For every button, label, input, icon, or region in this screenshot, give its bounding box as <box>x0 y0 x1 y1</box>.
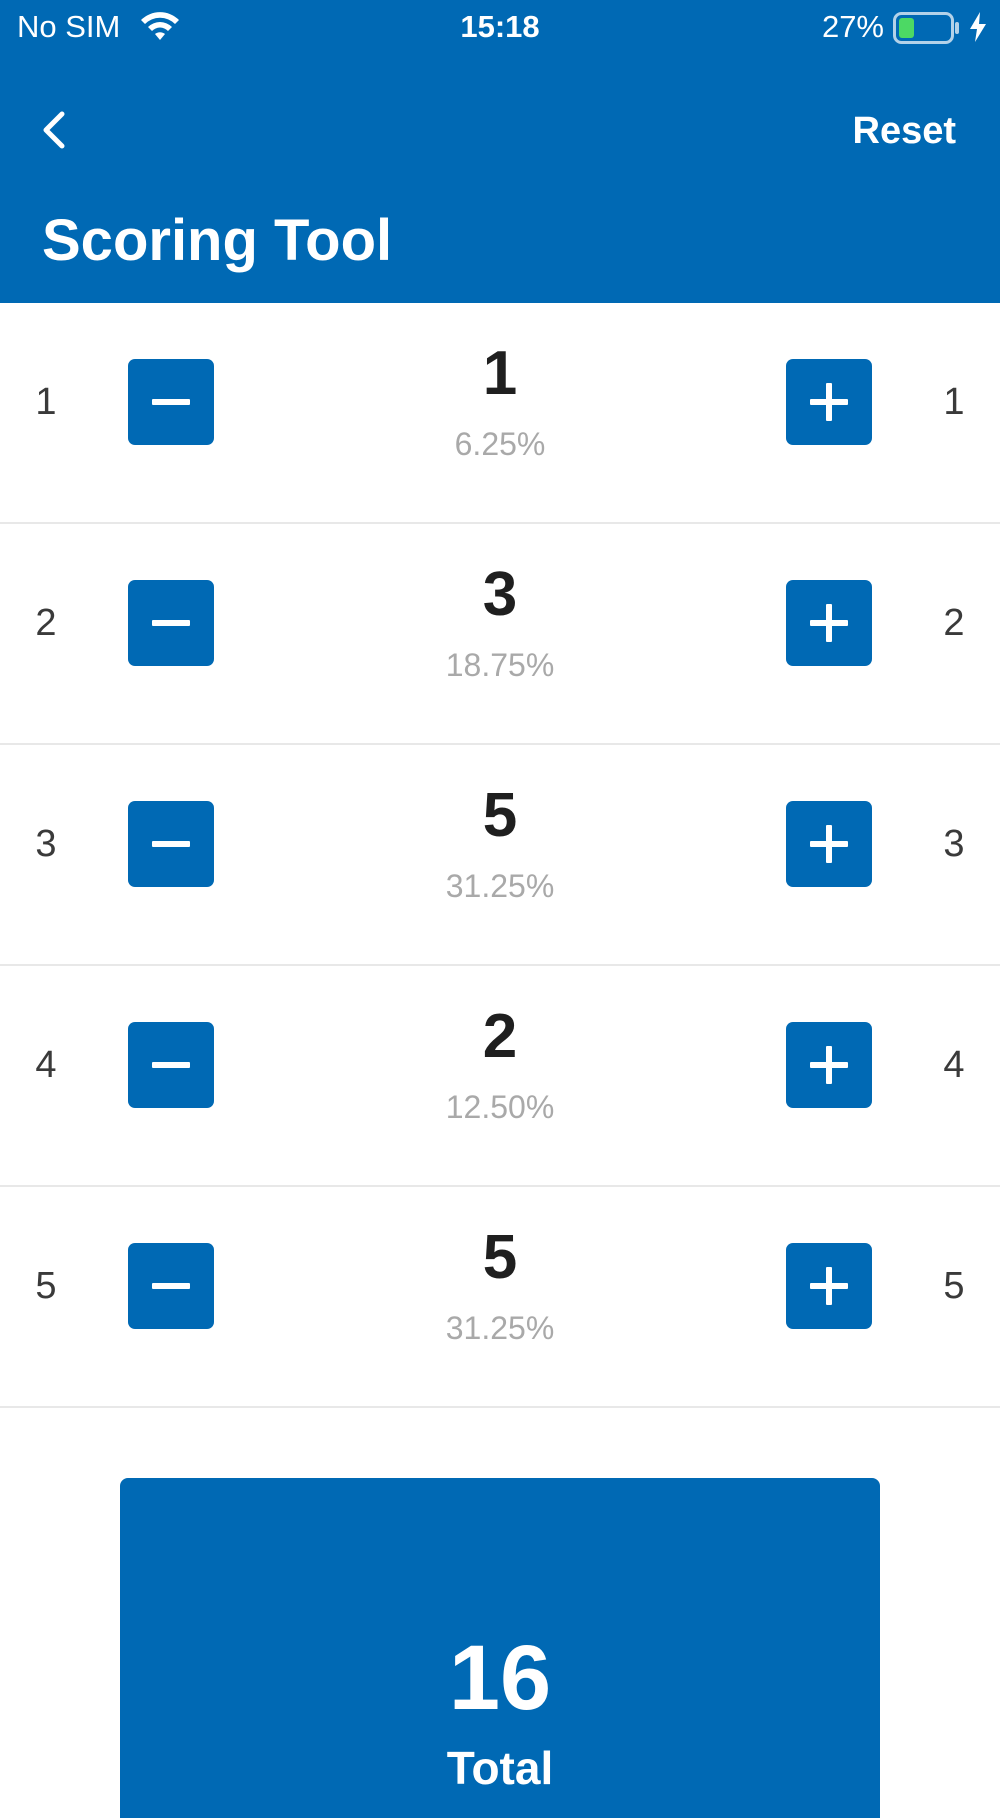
chevron-left-icon[interactable] <box>30 100 80 160</box>
battery-percent: 27% <box>821 9 884 44</box>
page-title: Scoring Tool <box>42 208 393 273</box>
charging-bolt-icon <box>970 12 986 42</box>
row-label-right: 2 <box>943 602 965 644</box>
score-row: 3 5 31.25% 3 <box>0 745 1000 966</box>
reset-button[interactable]: Reset <box>853 108 957 154</box>
score-percent: 12.50% <box>445 1089 555 1125</box>
total-label: Total <box>446 1742 554 1794</box>
score-percent: 6.25% <box>454 426 546 462</box>
minus-icon <box>152 841 190 847</box>
row-label-left: 2 <box>35 602 57 644</box>
increment-button[interactable] <box>786 580 872 666</box>
increment-button[interactable] <box>786 359 872 445</box>
decrement-button[interactable] <box>128 801 214 887</box>
total-card: 16 Total <box>120 1478 880 1818</box>
decrement-button[interactable] <box>128 1022 214 1108</box>
minus-icon <box>152 620 190 626</box>
score-percent: 31.25% <box>445 1310 555 1346</box>
score-count: 3 <box>482 560 518 629</box>
score-count: 5 <box>482 781 518 850</box>
increment-button[interactable] <box>786 1243 872 1329</box>
status-bar: No SIM 15:18 27% <box>0 0 1000 56</box>
minus-icon <box>152 1283 190 1289</box>
score-row: 5 5 31.25% 5 <box>0 1187 1000 1408</box>
row-label-right: 3 <box>943 823 965 865</box>
score-count: 5 <box>482 1223 518 1292</box>
total-value: 16 <box>448 1627 552 1729</box>
row-label-right: 4 <box>943 1044 965 1086</box>
score-row: 1 1 6.25% 1 <box>0 303 1000 524</box>
decrement-button[interactable] <box>128 359 214 445</box>
score-row: 4 2 12.50% 4 <box>0 966 1000 1187</box>
increment-button[interactable] <box>786 801 872 887</box>
decrement-button[interactable] <box>128 580 214 666</box>
row-label-left: 3 <box>35 823 57 865</box>
decrement-button[interactable] <box>128 1243 214 1329</box>
header: No SIM 15:18 27% Reset Scoring Tool <box>0 0 1000 303</box>
minus-icon <box>152 399 190 405</box>
row-label-left: 1 <box>35 381 57 423</box>
increment-button[interactable] <box>786 1022 872 1108</box>
row-label-left: 5 <box>35 1265 57 1307</box>
minus-icon <box>152 1062 190 1068</box>
battery-icon <box>893 12 959 44</box>
score-count: 2 <box>482 1002 518 1071</box>
score-row: 2 3 18.75% 2 <box>0 524 1000 745</box>
score-percent: 31.25% <box>445 868 555 904</box>
score-percent: 18.75% <box>445 647 555 683</box>
row-label-right: 1 <box>943 381 965 423</box>
score-count: 1 <box>482 339 518 408</box>
score-rows: 1 1 6.25% 1 2 3 18.75% 2 3 5 31.25% 3 4 … <box>0 303 1000 1408</box>
row-label-left: 4 <box>35 1044 57 1086</box>
row-label-right: 5 <box>943 1265 965 1307</box>
